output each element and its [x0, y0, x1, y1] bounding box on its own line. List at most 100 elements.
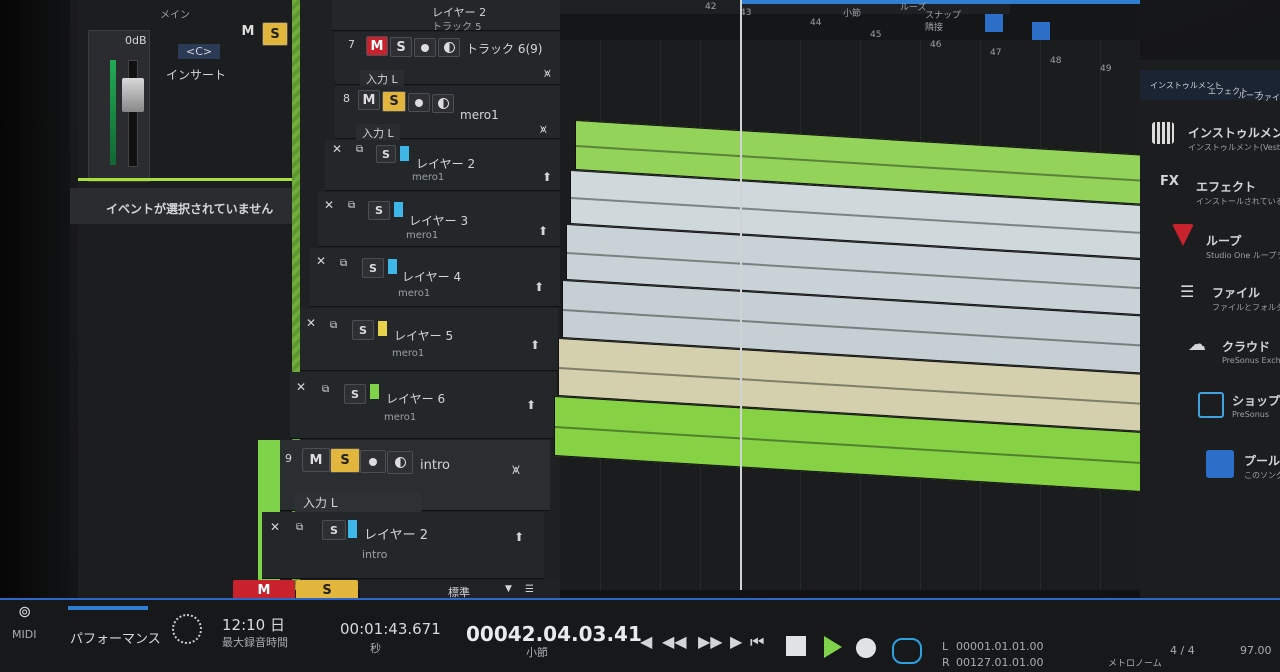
performance-label[interactable]: パフォーマンス [70, 628, 161, 647]
metronome-label[interactable]: メトロノーム [1108, 656, 1162, 669]
solo-button[interactable]: S [344, 384, 366, 404]
toolbar-label[interactable]: 小節 [843, 6, 861, 19]
seconds-readout[interactable]: 00:01:43.671 [340, 620, 441, 638]
solo-button[interactable]: S [352, 320, 374, 340]
activate-layer-icon[interactable]: ⬆ [538, 224, 548, 238]
monitor-button[interactable] [432, 94, 454, 113]
activate-layer-icon[interactable]: ⬆ [534, 280, 544, 294]
activate-layer-icon[interactable]: ⬆ [530, 338, 540, 352]
go-to-start-icon[interactable]: ⏮ [750, 632, 764, 652]
fast-forward-icon[interactable]: ▶▶ [698, 632, 723, 651]
solo-button[interactable]: S [262, 22, 288, 46]
gain-value: 0dB [125, 34, 147, 47]
global-mute-button[interactable]: M [233, 580, 295, 600]
track-name[interactable]: トラック 6(9) [466, 40, 542, 57]
pan-value[interactable]: <C> [178, 44, 221, 59]
record-arm-button[interactable] [360, 450, 386, 473]
activate-layer-icon[interactable]: ⬆ [542, 170, 552, 184]
snap-toggle-icon[interactable] [985, 14, 1003, 32]
record-button[interactable] [856, 638, 876, 658]
layer-sub: intro [362, 548, 388, 561]
rewind-icon[interactable]: ◀◀ [662, 632, 687, 651]
loop-start[interactable]: 00001.01.01.00 [956, 640, 1043, 653]
solo-button[interactable]: S [382, 91, 406, 112]
level-meter [110, 60, 116, 165]
grid-toggle-icon[interactable] [1032, 22, 1050, 40]
toolbar-label[interactable]: ルーズ [900, 0, 927, 13]
insert-label[interactable]: インサート [166, 66, 226, 83]
record-arm-button[interactable] [408, 93, 430, 112]
midi-label[interactable]: MIDI [12, 628, 36, 641]
track-name[interactable]: intro [420, 458, 450, 473]
duplicate-icon[interactable]: ⧉ [340, 258, 347, 269]
stop-button[interactable] [786, 636, 806, 656]
duplicate-icon[interactable]: ⧉ [322, 384, 329, 395]
waveform-icon[interactable]: ⩙ [540, 122, 547, 137]
close-icon[interactable]: ✕ [270, 520, 280, 534]
layer-name[interactable]: レイヤー 3 [409, 212, 468, 229]
list-icon[interactable]: ☰ [525, 584, 534, 595]
browser-item-title[interactable]: ファイル [1212, 284, 1260, 301]
forward-icon[interactable]: ▶ [730, 632, 742, 651]
waveform-icon[interactable]: ⩙ [544, 66, 551, 81]
monitor-button[interactable] [438, 38, 460, 57]
play-button[interactable] [824, 636, 842, 658]
toolbar-label[interactable]: 隣接 [925, 20, 943, 33]
waveform-icon[interactable]: ⩙ [512, 462, 520, 478]
loop-end[interactable]: 00127.01.01.00 [956, 656, 1043, 669]
fx-icon: FX [1160, 174, 1179, 189]
solo-button[interactable]: S [368, 201, 390, 220]
activate-layer-icon[interactable]: ⬆ [514, 530, 524, 544]
layer-name[interactable]: レイヤー 6 [386, 390, 445, 407]
record-arm-button[interactable] [414, 38, 436, 57]
mute-button[interactable]: M [302, 448, 330, 472]
solo-button[interactable]: S [362, 258, 384, 278]
browser-item-title[interactable]: エフェクト [1196, 178, 1256, 195]
close-icon[interactable]: ✕ [324, 198, 334, 212]
monitor-button[interactable] [387, 451, 413, 474]
layer-name[interactable]: レイヤー 5 [394, 327, 453, 344]
track-sub-label: トラック 5 [432, 22, 482, 33]
close-icon[interactable]: ✕ [316, 254, 326, 268]
playhead-cursor[interactable] [740, 0, 742, 590]
duplicate-icon[interactable]: ⧉ [356, 144, 363, 155]
browser-item-title[interactable]: ショップ [1232, 392, 1280, 409]
loop-button[interactable] [892, 638, 922, 664]
volume-fader-track[interactable] [128, 60, 138, 167]
browser-item-title[interactable]: ループ [1206, 232, 1241, 249]
time-signature[interactable]: 4 / 4 [1170, 644, 1195, 657]
mute-button[interactable]: M [366, 36, 388, 56]
input-select[interactable]: 入力 L [295, 492, 421, 513]
close-icon[interactable]: ✕ [332, 142, 342, 156]
solo-button[interactable]: S [376, 145, 396, 163]
solo-button[interactable]: S [330, 448, 360, 473]
global-solo-button[interactable]: S [296, 580, 358, 600]
track-name[interactable]: mero1 [460, 108, 499, 122]
solo-button[interactable]: S [390, 37, 412, 57]
browser-item-title[interactable]: プール [1244, 452, 1280, 469]
rewind-start-icon[interactable]: ◀ [640, 632, 652, 651]
browser-tab[interactable]: ファイル [1256, 92, 1280, 103]
layer-name[interactable]: レイヤー 2 [416, 155, 475, 172]
close-icon[interactable]: ✕ [296, 380, 306, 394]
activate-layer-icon[interactable]: ⬆ [526, 398, 536, 412]
close-icon[interactable]: ✕ [306, 316, 316, 330]
volume-fader-handle[interactable] [122, 78, 144, 112]
layer-row[interactable] [262, 512, 544, 579]
no-event-text: イベントが選択されていません [106, 202, 274, 216]
performance-meter [68, 606, 148, 610]
loop-range-bar[interactable] [740, 0, 1140, 4]
mute-button[interactable]: M [358, 90, 380, 110]
solo-button[interactable]: S [322, 520, 346, 540]
bars-readout[interactable]: 00042.04.03.41 [466, 622, 642, 646]
chevron-down-icon[interactable]: ▼ [505, 584, 512, 594]
mute-button[interactable]: M [238, 22, 258, 40]
layer-name[interactable]: レイヤー 2 [364, 524, 428, 543]
duplicate-icon[interactable]: ⧉ [330, 320, 337, 331]
tempo[interactable]: 97.00 [1240, 644, 1272, 657]
duplicate-icon[interactable]: ⧉ [348, 200, 355, 211]
browser-item-title[interactable]: クラウド [1222, 338, 1270, 355]
browser-item-title[interactable]: インストゥルメント [1188, 124, 1280, 141]
duplicate-icon[interactable]: ⧉ [296, 522, 303, 533]
layer-name[interactable]: レイヤー 4 [402, 268, 461, 285]
